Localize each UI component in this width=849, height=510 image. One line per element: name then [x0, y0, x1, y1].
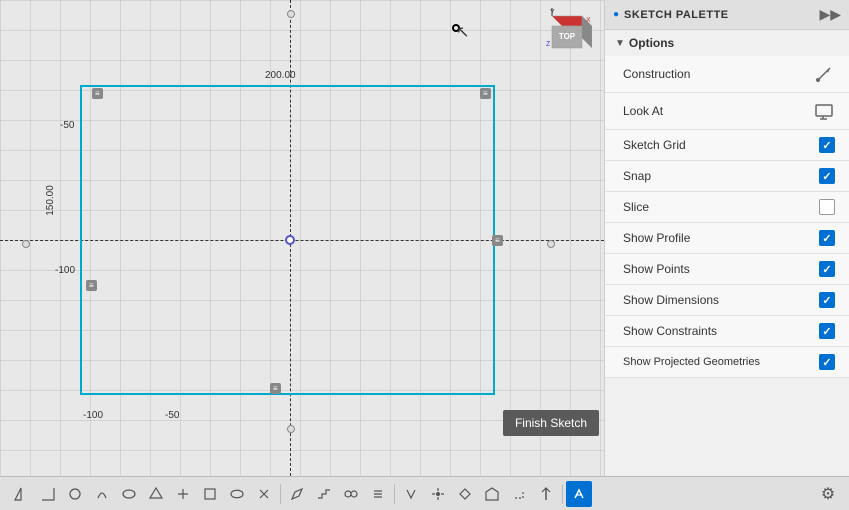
toolbar-tool-17[interactable]: [452, 481, 478, 507]
axis-top-point: [287, 10, 295, 18]
toolbar-tool-2[interactable]: [35, 481, 61, 507]
panel-menu-dots[interactable]: ▶▶: [819, 6, 841, 23]
toolbar-tool-11[interactable]: [284, 481, 310, 507]
option-row-show-projected[interactable]: Show Projected Geometries: [605, 347, 849, 378]
option-row-snap[interactable]: Snap: [605, 161, 849, 192]
option-label-snap: Snap: [623, 169, 651, 183]
cube-z-label: Z: [546, 41, 551, 48]
toolbar-tool-13[interactable]: [338, 481, 364, 507]
option-label-sketch-grid: Sketch Grid: [623, 138, 686, 152]
toolbar-left: [8, 481, 592, 507]
option-row-construction[interactable]: Construction: [605, 56, 849, 93]
options-section-header[interactable]: ▼ Options: [605, 30, 849, 56]
axis-right-point: [547, 240, 555, 248]
checkbox-show-profile[interactable]: [819, 230, 835, 246]
toolbar-tool-7[interactable]: [170, 481, 196, 507]
checkbox-slice[interactable]: [819, 199, 835, 215]
axis-bottom-point: [287, 425, 295, 433]
finish-sketch-button[interactable]: Finish Sketch: [503, 410, 599, 436]
cube-x-label: X: [586, 17, 591, 24]
toolbar-sep-3: [562, 484, 563, 504]
panel-title: SKETCH PALETTE: [624, 9, 729, 21]
dimension-150: 150.00: [45, 185, 56, 216]
toolbar-sep-1: [280, 484, 281, 504]
settings-button[interactable]: ⚙: [815, 481, 841, 507]
toolbar-tool-10[interactable]: [251, 481, 277, 507]
right-panel: ● SKETCH PALETTE ▶▶ ▼ Options Constructi…: [604, 0, 849, 476]
option-label-show-points: Show Points: [623, 262, 690, 276]
toolbar-tool-15[interactable]: [398, 481, 424, 507]
option-label-show-constraints: Show Constraints: [623, 324, 717, 338]
checkbox-snap[interactable]: [819, 168, 835, 184]
main-area: 200.00 -50 150.00 -100 -50 -100 ≡ ≡ ≡ ≡ …: [0, 0, 849, 476]
dimension-bottom-100: -100: [83, 410, 103, 421]
toolbar-tool-18[interactable]: [479, 481, 505, 507]
viewport-cube[interactable]: TOP X Y Z: [542, 8, 592, 58]
option-row-show-profile[interactable]: Show Profile: [605, 223, 849, 254]
constraint-bottom: ≡: [270, 383, 281, 394]
constraint-left-mid: ≡: [86, 280, 97, 291]
viewport-cube-container[interactable]: TOP X Y Z: [542, 8, 592, 58]
origin-point: [285, 235, 295, 245]
cube-y-label: Y: [550, 9, 555, 16]
checkbox-sketch-grid[interactable]: [819, 137, 835, 153]
toolbar-tool-12[interactable]: [311, 481, 337, 507]
look-at-icon[interactable]: [813, 100, 835, 122]
options-section-arrow: ▼: [615, 38, 625, 49]
toolbar-tool-9[interactable]: [224, 481, 250, 507]
panel-header: ● SKETCH PALETTE ▶▶: [605, 0, 849, 30]
option-row-show-dimensions[interactable]: Show Dimensions: [605, 285, 849, 316]
checkbox-show-dimensions[interactable]: [819, 292, 835, 308]
option-label-look-at: Look At: [623, 104, 663, 118]
checkbox-show-points[interactable]: [819, 261, 835, 277]
construction-icon[interactable]: [813, 63, 835, 85]
constraint-top-right: ≡: [480, 88, 491, 99]
panel-scroll[interactable]: ▼ Options Construction Look At: [605, 30, 849, 476]
option-row-show-constraints[interactable]: Show Constraints: [605, 316, 849, 347]
construction-svg-icon: [814, 64, 834, 84]
toolbar-tool-20[interactable]: [533, 481, 559, 507]
look-at-svg-icon: [814, 101, 834, 121]
option-row-slice[interactable]: Slice: [605, 192, 849, 223]
toolbar-tool-4[interactable]: [89, 481, 115, 507]
dimension-neg100: -100: [55, 265, 75, 276]
option-label-slice: Slice: [623, 200, 649, 214]
toolbar-tool-19[interactable]: [506, 481, 532, 507]
option-label-show-projected: Show Projected Geometries: [623, 356, 760, 368]
option-label-construction: Construction: [623, 67, 690, 81]
option-row-show-points[interactable]: Show Points: [605, 254, 849, 285]
dimension-bottom-50: -50: [165, 410, 179, 421]
toolbar-tool-16[interactable]: [425, 481, 451, 507]
constraint-mid-left: ≡: [492, 235, 503, 246]
toolbar-tool-6[interactable]: [143, 481, 169, 507]
checkbox-show-constraints[interactable]: [819, 323, 835, 339]
toolbar-right: ⚙: [815, 481, 841, 507]
options-section-label: Options: [629, 36, 674, 50]
toolbar-tool-active[interactable]: [566, 481, 592, 507]
toolbar-tool-8[interactable]: [197, 481, 223, 507]
option-label-show-profile: Show Profile: [623, 231, 690, 245]
canvas-area[interactable]: 200.00 -50 150.00 -100 -50 -100 ≡ ≡ ≡ ≡ …: [0, 0, 604, 476]
toolbar-tool-14[interactable]: [365, 481, 391, 507]
toolbar-tool-5[interactable]: [116, 481, 142, 507]
option-label-show-dimensions: Show Dimensions: [623, 293, 719, 307]
option-row-sketch-grid[interactable]: Sketch Grid: [605, 130, 849, 161]
dimension-left-50: -50: [60, 120, 74, 131]
option-row-look-at[interactable]: Look At: [605, 93, 849, 130]
toolbar-tool-1[interactable]: [8, 481, 34, 507]
panel-header-left: ● SKETCH PALETTE: [613, 9, 729, 21]
bottom-toolbar: ⚙: [0, 476, 849, 510]
panel-status-dot: ●: [613, 9, 619, 20]
axis-left-point: [22, 240, 30, 248]
constraint-top-left: ≡: [92, 88, 103, 99]
checkbox-show-projected[interactable]: [819, 354, 835, 370]
cube-top-label: TOP: [559, 32, 576, 41]
toolbar-sep-2: [394, 484, 395, 504]
toolbar-tool-3[interactable]: [62, 481, 88, 507]
dimension-top: 200.00: [265, 70, 296, 81]
panel-expand-btn[interactable]: ▶▶: [819, 6, 841, 23]
cursor-arrow: ↖: [456, 22, 469, 42]
